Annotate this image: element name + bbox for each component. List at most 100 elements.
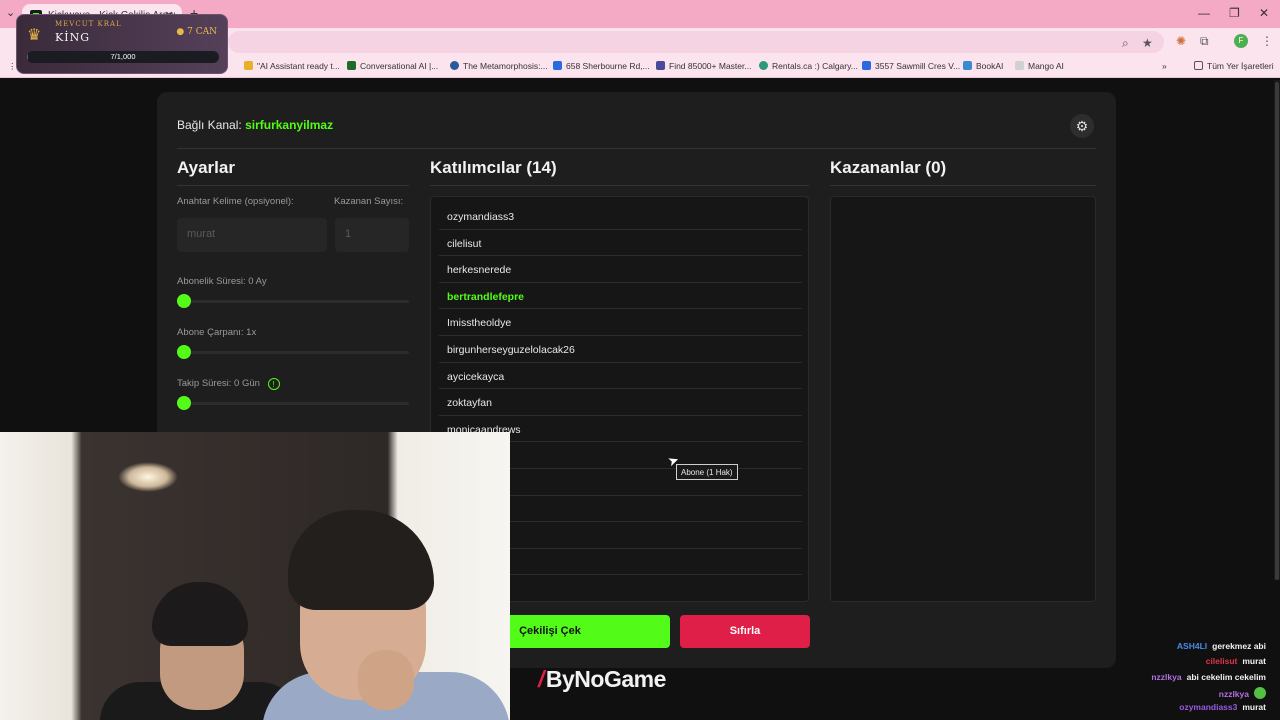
king-progress-text: 7/1,000	[110, 52, 136, 61]
settings-underline	[177, 185, 409, 186]
chat-username: nzzlkya	[1151, 671, 1182, 682]
slider-track	[177, 402, 409, 405]
winners-underline	[830, 185, 1096, 186]
multiplier-label: Abone Çarpanı: 1x	[177, 327, 257, 338]
app-icon	[347, 61, 356, 70]
chat-message: murat	[1242, 656, 1266, 667]
winner-count-input[interactable]: 1	[335, 218, 409, 252]
keyword-input[interactable]: murat	[177, 218, 327, 252]
scrollbar-thumb[interactable]	[1275, 82, 1279, 580]
bookmark-item[interactable]: "AI Assistant ready t...	[244, 61, 340, 71]
slider-thumb[interactable]	[177, 345, 191, 359]
person-right-hand	[358, 650, 414, 710]
page-scrollbar[interactable]	[1274, 80, 1280, 580]
participant-row: cilelisut	[439, 230, 802, 257]
multiplier-slider[interactable]	[177, 345, 409, 359]
bookmark-item[interactable]: 658 Sherbourne Rd,...	[553, 61, 650, 71]
bookmark-item[interactable]: Rentals.ca :) Calgary...	[759, 61, 858, 71]
bookmarks-overflow-icon[interactable]: »	[1162, 61, 1167, 71]
book-icon	[963, 61, 972, 70]
globe-icon	[450, 61, 459, 70]
chat-username: ozymandiass3	[1179, 702, 1238, 713]
header-divider	[177, 148, 1096, 149]
bynogame-mark-icon: /	[538, 666, 544, 692]
chat-username: ASH4LI	[1176, 641, 1208, 651]
house-icon	[862, 61, 871, 70]
bookmark-item[interactable]: Find 85000+ Master...	[656, 61, 751, 71]
slider-track	[177, 351, 409, 354]
participant-row: bertrandlefepre	[439, 283, 802, 310]
bookmark-item[interactable]: Conversational AI |...	[347, 61, 438, 71]
follow-slider[interactable]	[177, 396, 409, 410]
king-subtitle: MEVCUT KRAL	[55, 20, 122, 28]
ceiling-lamp	[118, 462, 178, 492]
bookmark-item[interactable]: BookAI	[963, 61, 1003, 71]
bynogame-logo: /ByNoGame	[538, 666, 666, 692]
chat-line: nzzlkya abi cekelim cekelim	[1066, 672, 1266, 682]
slider-thumb[interactable]	[177, 396, 191, 410]
settings-gear-icon[interactable]: ⚙	[1070, 114, 1094, 138]
extension-icon[interactable]: ✺	[1176, 34, 1186, 48]
person-left-hair	[152, 582, 248, 646]
chat-line: ASH4LI gerekmez abi	[1066, 641, 1266, 651]
restore-icon[interactable]: ❐	[1229, 6, 1240, 20]
follow-label: Takip Süresi: 0 Gün !	[177, 378, 280, 390]
participant-row: ozymandiass3	[439, 203, 802, 230]
mango-icon	[1015, 61, 1024, 70]
profile-avatar[interactable]: F	[1234, 34, 1248, 48]
chat-line: cilelisut murat	[1066, 656, 1266, 666]
slider-track	[177, 300, 409, 303]
star-icon[interactable]: ★	[1142, 36, 1153, 50]
king-lives: ● 7 CAN	[176, 27, 217, 37]
smiley-icon	[244, 61, 253, 70]
keyword-label: Anahtar Kelime (opsiyonel):	[177, 196, 294, 207]
settings-title: Ayarlar	[177, 158, 235, 177]
folder-icon	[1194, 61, 1203, 70]
all-bookmarks[interactable]: Tüm Yer İşaretleri	[1194, 61, 1274, 71]
info-icon[interactable]: !	[267, 378, 280, 390]
current-king-widget: ♛ MEVCUT KRAL KİNG ● 7 CAN 7/1,000	[16, 14, 228, 74]
participant-row: birgunherseyguzelolacak26	[439, 336, 802, 363]
participants-underline	[430, 185, 809, 186]
winner-count-label: Kazanan Sayısı:	[334, 196, 404, 207]
browser-menu-icon[interactable]: ⋮	[1261, 34, 1273, 48]
participant-row: aycicekayca	[439, 363, 802, 390]
minimize-icon[interactable]: —	[1198, 6, 1210, 20]
participant-row: herkesnerede	[439, 256, 802, 283]
chat-username: cilelisut	[1205, 656, 1238, 667]
reset-button[interactable]: Sıfırla	[680, 615, 810, 648]
zoom-icon[interactable]: ⌕	[1122, 36, 1129, 51]
close-window-icon[interactable]: ✕	[1259, 6, 1269, 20]
chat-line: nzzlkya	[1066, 686, 1266, 699]
crown-icon: ♛	[27, 27, 42, 44]
house-icon	[553, 61, 562, 70]
pin-icon	[759, 61, 768, 70]
building-icon	[656, 61, 665, 70]
winners-title: Kazananlar (0)	[830, 158, 947, 177]
emote-icon	[1254, 686, 1266, 699]
winners-list	[830, 196, 1096, 602]
king-name: KİNG	[55, 31, 90, 44]
slider-thumb[interactable]	[177, 294, 191, 308]
bookmark-item[interactable]: Mango AI	[1015, 61, 1064, 71]
subscription-label: Abonelik Süresi: 0 Ay	[177, 276, 267, 287]
chat-message: abi cekelim cekelim	[1186, 671, 1266, 682]
chat-message: murat	[1242, 702, 1266, 713]
bookmark-item[interactable]: The Metamorphosis:...	[450, 61, 548, 71]
channel-name: sirfurkanyilmaz	[245, 118, 334, 132]
chat-username: nzzlkya	[1218, 688, 1249, 699]
chat-line: ozymandiass3 murat	[1066, 702, 1266, 712]
tab-search-icon[interactable]: ⌄	[6, 6, 15, 19]
person-right-hair	[288, 510, 434, 610]
extensions-puzzle-icon[interactable]: ⧉	[1200, 34, 1209, 49]
bookmark-item[interactable]: 3557 Sawmill Cres V...	[862, 61, 960, 71]
address-bar[interactable]: ⌕ ★	[228, 31, 1164, 53]
connected-channel: Bağlı Kanal: sirfurkanyilmaz	[177, 118, 334, 132]
participant-row: Imisstheoldye	[439, 309, 802, 336]
participant-row: zoktayfan	[439, 389, 802, 416]
participants-title: Katılımcılar (14)	[430, 158, 557, 177]
subscription-slider[interactable]	[177, 294, 409, 308]
tooltip: Abone (1 Hak)	[676, 464, 738, 480]
chat-message: gerekmez abi	[1212, 641, 1266, 651]
webcam-overlay	[0, 432, 510, 720]
